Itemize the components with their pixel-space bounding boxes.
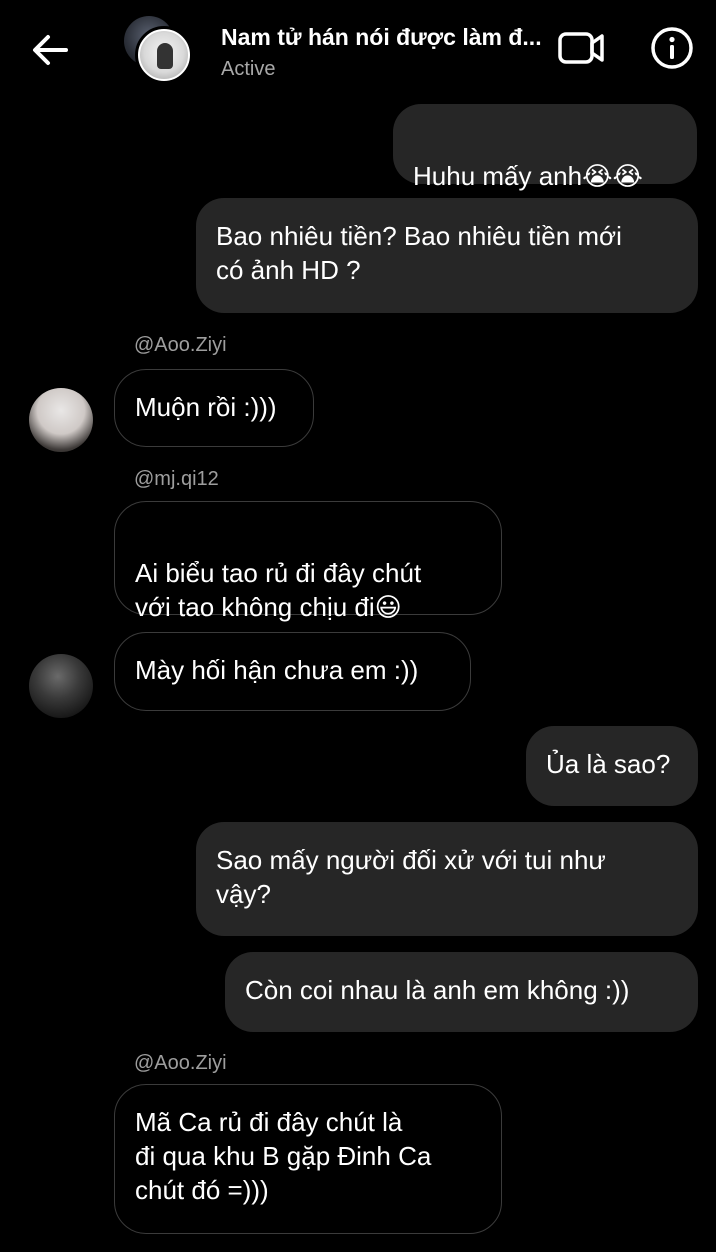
info-icon (651, 27, 693, 69)
outgoing-message[interactable]: Sao mấy người đối xử với tui như vậy? (196, 822, 698, 936)
chat-title[interactable]: Nam tử hán nói được làm đ... (221, 24, 561, 51)
group-avatar-primary (135, 26, 193, 84)
video-call-icon (558, 32, 604, 64)
reply-label: @Aoo.Ziyi (134, 334, 227, 356)
reply-label: @mj.qi12 (134, 468, 219, 490)
active-status: Active (221, 58, 276, 80)
outgoing-message[interactable]: Ủa là sao? (526, 726, 698, 806)
info-button[interactable] (648, 24, 696, 72)
sender-avatar[interactable] (29, 388, 93, 452)
incoming-message[interactable]: Muộn rồi :))) (114, 369, 314, 447)
message-text: Huhu mấy anh (413, 161, 583, 191)
incoming-message[interactable]: Ai biểu tao rủ đi đây chút với tao không… (114, 501, 502, 623)
smiling-face-emoji: 😃 (374, 593, 402, 623)
chat-header: Nam tử hán nói được làm đ... Active (0, 0, 716, 96)
video-call-button[interactable] (556, 26, 610, 70)
outgoing-message[interactable]: Còn coi nhau là anh em không :)) (225, 952, 698, 1032)
back-button[interactable] (28, 28, 72, 72)
incoming-message[interactable]: Mày hối hận chưa em :)) (114, 632, 471, 711)
group-avatar[interactable] (124, 16, 196, 86)
sender-avatar[interactable] (29, 654, 93, 718)
outgoing-message[interactable]: Bao nhiêu tiền? Bao nhiêu tiền mới có ản… (196, 198, 698, 313)
reply-label: @Aoo.Ziyi (134, 1052, 227, 1074)
incoming-message[interactable]: Mã Ca rủ đi đây chút là đi qua khu B gặp… (114, 1084, 502, 1234)
crying-face-emoji: 😭😭 (582, 162, 643, 192)
arrow-left-icon (33, 35, 68, 65)
outgoing-message[interactable]: Huhu mấy anh😭😭 (393, 104, 697, 192)
